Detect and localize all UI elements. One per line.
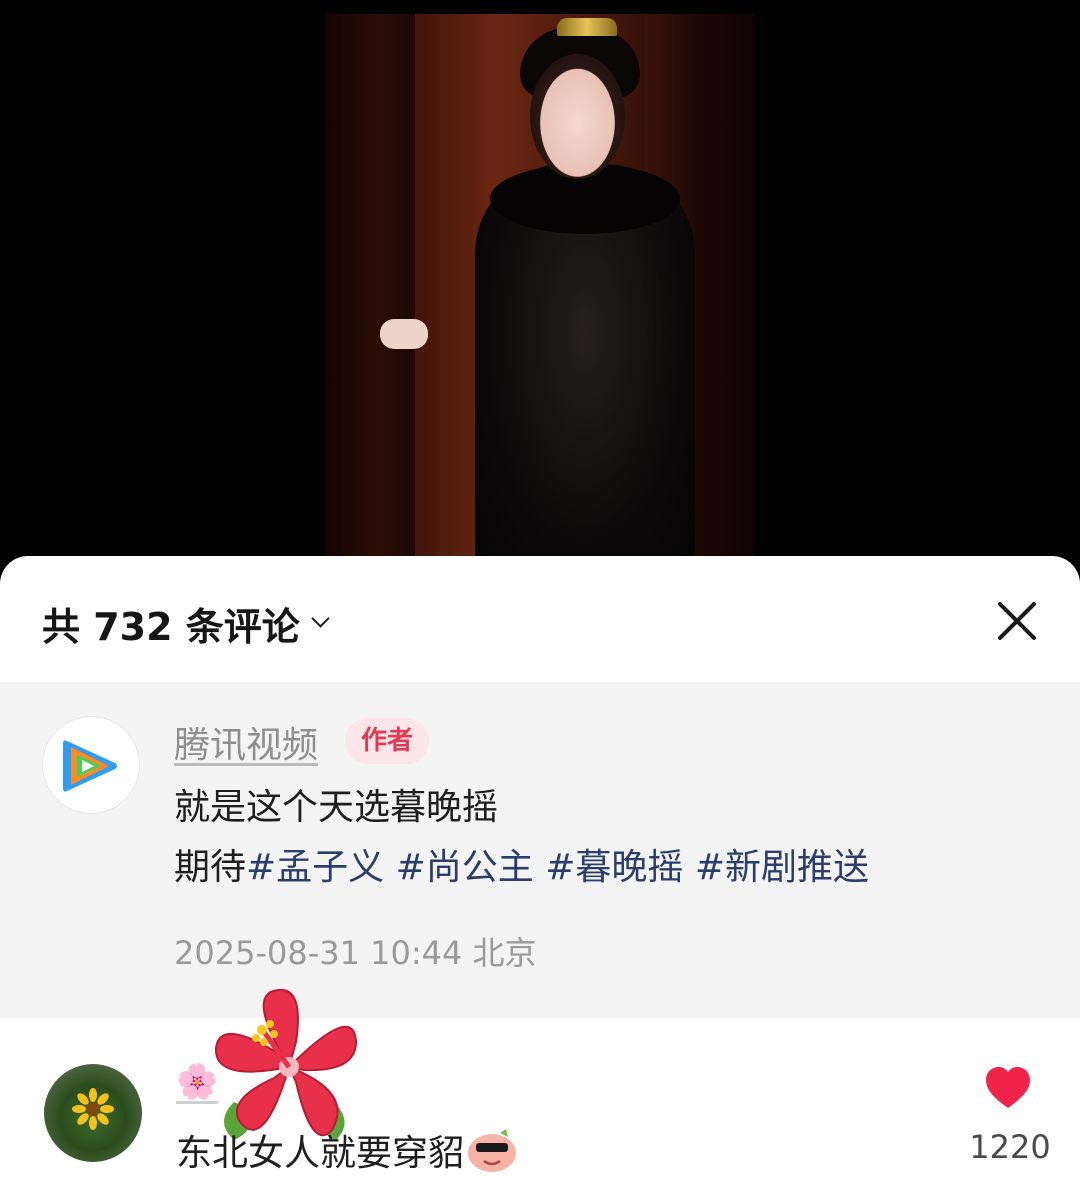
- cool-face-emoji-icon: [468, 1129, 517, 1172]
- pinned-comment[interactable]: 腾讯视频 作者 就是这个天选暮晚摇 期待#孟子义 #尚公主 #暮晚摇 #新剧推送…: [0, 682, 1080, 1018]
- hashtag-link[interactable]: #尚公主: [396, 847, 534, 888]
- figure-hand: [380, 319, 428, 349]
- comments-title-text: 共 732 条评论: [42, 605, 300, 649]
- figure-headdress: [557, 18, 617, 36]
- comments-sheet: 共 732 条评论 腾讯视频 作者 就是这个天选暮晚摇 期待#孟子义 #尚公主 …: [0, 556, 1080, 1190]
- avatar[interactable]: [42, 716, 140, 814]
- avatar[interactable]: [44, 1064, 142, 1162]
- tencent-video-logo-icon: [63, 740, 117, 792]
- video-player[interactable]: [0, 0, 1080, 580]
- comment-text: 东北女人就要穿貂: [176, 1124, 518, 1176]
- comments-header: 共 732 条评论: [0, 556, 1080, 682]
- like-heart-icon[interactable]: [984, 1066, 1032, 1110]
- comment-text-hashtags: 期待#孟子义 #尚公主 #暮晚摇 #新剧推送: [174, 838, 869, 890]
- comment-text: 就是这个天选暮晚摇: [174, 787, 499, 828]
- comments-count-title[interactable]: 共 732 条评论: [42, 596, 330, 651]
- close-icon[interactable]: [994, 598, 1040, 644]
- figure-face: [530, 54, 625, 179]
- chevron-down-icon: [311, 609, 330, 628]
- comment-meta: 2025-08-31 10:44 北京: [174, 928, 537, 974]
- comment-text-prefix: 期待: [174, 847, 247, 888]
- sunflower-avatar-icon: [72, 1088, 114, 1130]
- author-name[interactable]: 腾讯视频: [174, 716, 318, 768]
- comment-timestamp: 2025-08-31 10:44: [174, 934, 463, 972]
- hashtag-link[interactable]: #暮晚摇: [545, 847, 683, 888]
- curtain-left: [325, 14, 415, 580]
- hashtag-link[interactable]: #新剧推送: [695, 847, 869, 888]
- like-count: 1220: [969, 1128, 1051, 1166]
- video-frame-image: [325, 14, 755, 580]
- hashtag-link[interactable]: #孟子义: [246, 847, 384, 888]
- comment-location: 北京: [472, 934, 537, 972]
- author-badge: 作者: [345, 718, 430, 764]
- comment-item[interactable]: 🌸 东北女人就要穿貂 1220: [0, 988, 1080, 1190]
- comment-body: 东北女人就要穿貂: [176, 1133, 465, 1174]
